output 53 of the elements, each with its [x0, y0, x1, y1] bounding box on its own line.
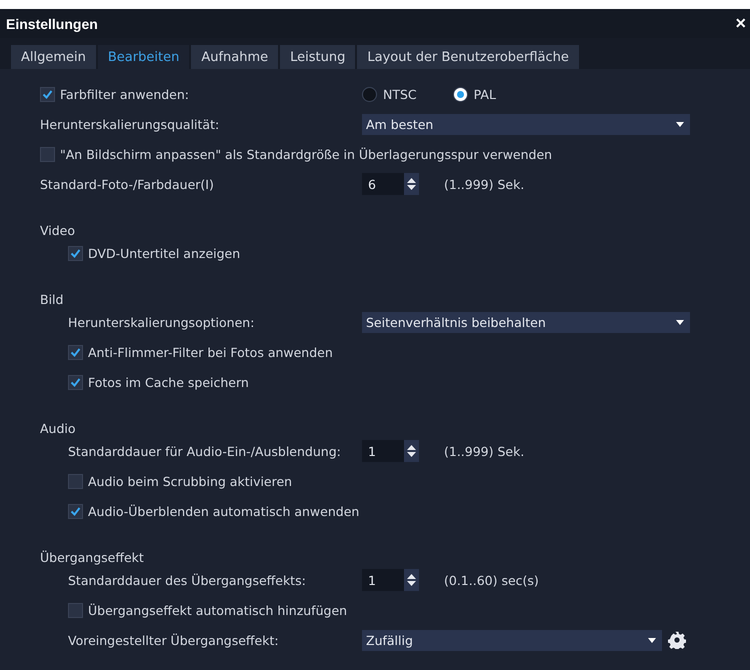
checkbox-label: Farbfilter anwenden:	[60, 86, 190, 102]
field-label: Herunterskalierungsqualität:	[40, 116, 220, 132]
dropdown[interactable]: Am besten	[362, 114, 690, 134]
field-label: Herunterskalierungsoptionen:	[68, 314, 254, 330]
checkbox[interactable]	[68, 246, 83, 260]
section-heading: Bild	[40, 292, 64, 307]
checkbox-label: Fotos im Cache speichern	[88, 374, 249, 390]
checkbox-label: Übergangseffekt automatisch hinzufügen	[88, 602, 348, 618]
tab[interactable]: Layout der Benutzeroberfläche	[357, 45, 579, 69]
number-field[interactable]: 1	[362, 569, 404, 591]
checkbox-label: Anti-Flimmer-Filter bei Fotos anwenden	[88, 344, 333, 360]
range-hint: (0.1..60) sec(s)	[444, 572, 539, 588]
field-label: Voreingestellter Übergangseffekt:	[68, 632, 279, 648]
number-field[interactable]: 1	[362, 440, 404, 462]
field-label: Standard-Foto-/Farbdauer(I)	[40, 176, 214, 192]
radio-label: PAL	[474, 86, 496, 102]
checkbox[interactable]	[40, 86, 55, 102]
section-heading: Audio	[40, 421, 76, 436]
dropdown[interactable]: Seitenverhältnis beibehalten	[362, 312, 690, 332]
spin-arrows-icon[interactable]	[404, 440, 419, 462]
tab[interactable]: Aufnahme	[191, 45, 278, 69]
dropdown[interactable]: Zufällig	[362, 630, 662, 650]
settings-icon[interactable]	[668, 631, 686, 649]
tab[interactable]: Leistung	[280, 45, 356, 69]
section-heading: Video	[40, 223, 76, 238]
checkbox[interactable]	[68, 602, 83, 618]
spin-arrows-icon[interactable]	[404, 173, 419, 195]
field-label: Standarddauer des Übergangseffekts:	[68, 572, 306, 588]
number-field[interactable]: 6	[362, 173, 404, 195]
tab[interactable]: Bearbeiten	[98, 45, 190, 69]
checkbox[interactable]	[40, 146, 55, 162]
field-label: Standarddauer für Audio-Ein-/Ausblendung:	[68, 444, 341, 458]
range-hint: (1..999) Sek.	[444, 444, 524, 458]
checkbox-label: Audio-Überblenden automatisch anwenden	[88, 504, 360, 518]
range-hint: (1..999) Sek.	[444, 176, 524, 192]
spin-arrows-icon[interactable]	[404, 569, 419, 591]
radio-label: NTSC	[383, 86, 417, 102]
checkbox[interactable]	[68, 374, 83, 390]
checkbox[interactable]	[68, 504, 83, 518]
caret-icon	[676, 122, 684, 126]
radio-button[interactable]	[362, 86, 377, 102]
section-heading: Übergangseffekt	[40, 550, 144, 565]
tab[interactable]: Allgemein	[11, 45, 96, 69]
checkbox-label: "An Bildschirm anpassen" als Standardgröße in Überlagerungsspur verwenden	[60, 146, 552, 162]
checkbox[interactable]	[68, 344, 83, 360]
checkbox-label: Audio beim Scrubbing aktivieren	[88, 474, 292, 488]
checkbox-label: DVD-Untertitel anzeigen	[88, 246, 240, 260]
caret-icon	[676, 320, 684, 324]
caret-icon	[648, 638, 656, 642]
checkbox[interactable]	[68, 474, 83, 488]
window-title: Einstellungen	[6, 16, 98, 32]
radio-button[interactable]	[452, 86, 468, 102]
close-button[interactable]: ×	[735, 13, 746, 34]
